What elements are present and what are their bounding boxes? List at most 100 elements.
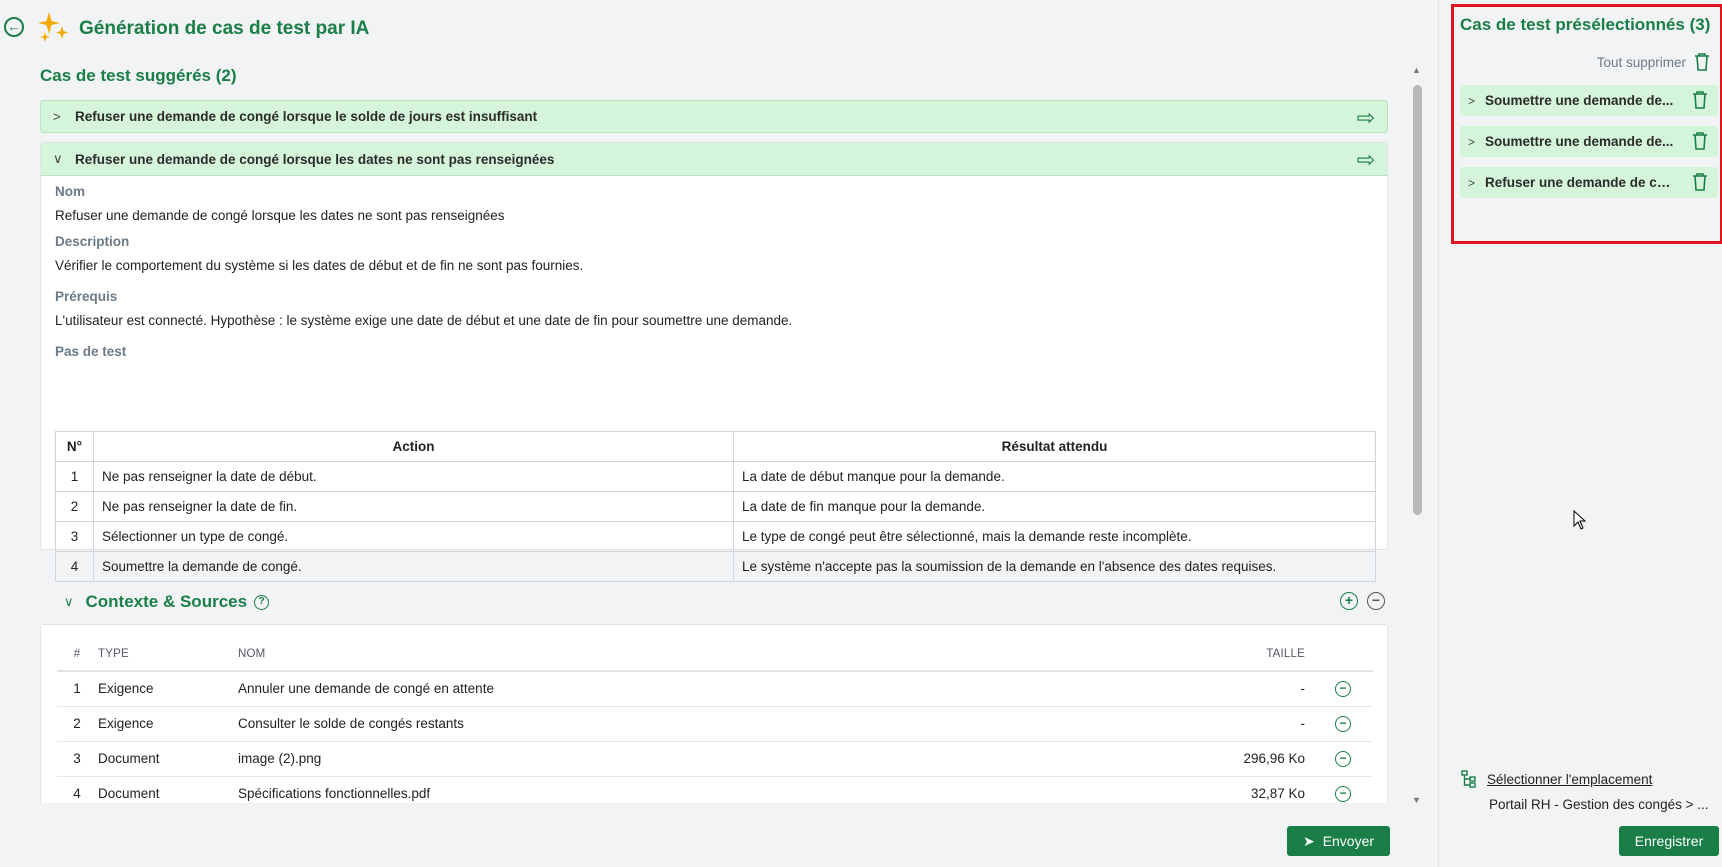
table-row: 2 Exigence Consulter le solde de congés …: [57, 706, 1373, 742]
trash-icon[interactable]: [1694, 53, 1710, 71]
save-button[interactable]: Enregistrer: [1619, 826, 1719, 856]
select-location-row[interactable]: Sélectionner l'emplacement: [1461, 770, 1652, 788]
send-button-label: Envoyer: [1322, 833, 1375, 849]
ctx-num: 2: [57, 706, 97, 742]
trash-icon[interactable]: [1692, 91, 1708, 109]
ctx-size: 32,87 Ko: [1217, 776, 1313, 803]
step-num: 1: [55, 461, 94, 492]
table-row: 4 Soumettre la demande de congé. Le syst…: [55, 551, 1376, 582]
chevron-down-icon: ∨: [64, 594, 74, 609]
steps-header-action: Action: [93, 431, 734, 462]
suggested-item-1[interactable]: > Refuser une demande de congé lorsque l…: [40, 100, 1388, 133]
name-value: Refuser une demande de congé lorsque les…: [55, 208, 505, 223]
preselected-item-label: Soumettre une demande de...: [1485, 93, 1674, 108]
remove-source-icon[interactable]: −: [1335, 786, 1351, 802]
preselected-item-label: Soumettre une demande de...: [1485, 134, 1674, 149]
add-source-icon[interactable]: +: [1340, 592, 1358, 610]
description-value: Vérifier le comportement du système si l…: [55, 258, 584, 273]
step-num: 4: [55, 551, 94, 582]
preselected-box: Cas de test présélectionnés (3) Tout sup…: [1451, 4, 1722, 244]
ctx-num: 4: [57, 776, 97, 803]
chevron-right-icon: >: [1468, 134, 1476, 149]
ctx-header-type: TYPE: [97, 637, 237, 672]
context-table: # TYPE NOM TAILLE 1 Exigence Annuler une…: [57, 637, 1373, 803]
ctx-name: Consulter le solde de congés restants: [237, 706, 1217, 742]
chevron-right-icon: >: [1468, 175, 1476, 190]
preselected-item-2[interactable]: > Soumettre une demande de...: [1460, 126, 1718, 157]
preselected-panel: Cas de test présélectionnés (3) Tout sup…: [1438, 0, 1722, 867]
remove-source-icon[interactable]: −: [1335, 681, 1351, 698]
send-button[interactable]: ➤ Envoyer: [1287, 826, 1390, 856]
remove-all-sources-icon[interactable]: −: [1367, 592, 1385, 610]
move-right-arrow-icon[interactable]: ⇨: [1357, 147, 1375, 173]
tree-structure-icon: [1461, 770, 1476, 788]
ctx-type: Exigence: [97, 706, 237, 742]
ctx-header-size: TAILLE: [1217, 637, 1313, 672]
scrollbar-thumb[interactable]: [1413, 85, 1422, 515]
table-row: 1 Exigence Annuler une demande de congé …: [57, 671, 1373, 707]
step-result: Le système n'accepte pas la soumission d…: [733, 551, 1376, 582]
ctx-header-name: NOM: [237, 637, 1217, 672]
clear-all-button[interactable]: Tout supprimer: [1597, 53, 1710, 71]
suggested-item-label: Refuser une demande de congé lorsque les…: [75, 151, 555, 167]
main-scrollbar[interactable]: ▲ ▼: [1410, 65, 1424, 805]
ctx-num: 3: [57, 741, 97, 777]
select-location-link[interactable]: Sélectionner l'emplacement: [1487, 772, 1652, 787]
step-result: La date de fin manque pour la demande.: [733, 491, 1376, 522]
ctx-size: -: [1217, 706, 1313, 742]
preselected-item-label: Refuser une demande de co...: [1485, 175, 1676, 190]
table-row: 3 Sélectionner un type de congé. Le type…: [55, 521, 1376, 552]
trash-icon[interactable]: [1692, 132, 1708, 150]
name-label: Nom: [55, 184, 85, 199]
steps-label: Pas de test: [55, 344, 127, 359]
preselected-item-3[interactable]: > Refuser une demande de co...: [1460, 167, 1718, 198]
back-arrow-icon[interactable]: ←: [4, 17, 24, 37]
scroll-down-icon[interactable]: ▼: [1412, 795, 1421, 805]
ctx-size: 296,96 Ko: [1217, 741, 1313, 777]
mouse-cursor-icon: [1573, 510, 1587, 530]
chevron-right-icon: >: [53, 109, 61, 124]
page-title: Génération de cas de test par IA: [79, 18, 370, 39]
sparkle-stars-icon: [38, 12, 68, 42]
table-row: 2 Ne pas renseigner la date de fin. La d…: [55, 491, 1376, 522]
description-label: Description: [55, 234, 130, 249]
preselected-item-1[interactable]: > Soumettre une demande de...: [1460, 85, 1718, 116]
table-row: 1 Ne pas renseigner la date de début. La…: [55, 461, 1376, 492]
ctx-name: Annuler une demande de congé en attente: [237, 671, 1217, 707]
ctx-name: image (2).png: [237, 741, 1217, 777]
scroll-up-icon[interactable]: ▲: [1412, 65, 1421, 75]
remove-source-icon[interactable]: −: [1335, 751, 1351, 767]
prereq-label: Prérequis: [55, 289, 118, 304]
ctx-header-num: #: [57, 637, 97, 672]
remove-source-icon[interactable]: −: [1335, 716, 1351, 732]
help-icon[interactable]: ?: [254, 594, 270, 610]
chevron-right-icon: >: [1468, 93, 1476, 108]
context-header[interactable]: ∨ Contexte & Sources ?: [64, 592, 270, 612]
steps-table: N° Action Résultat attendu 1 Ne pas rens…: [55, 431, 1376, 582]
steps-header-num: N°: [55, 431, 94, 462]
step-num: 3: [55, 521, 94, 552]
table-row: 3 Document image (2).png 296,96 Ko −: [57, 741, 1373, 777]
prereq-value: L'utilisateur est connecté. Hypothèse : …: [55, 313, 793, 328]
suggested-item-label: Refuser une demande de congé lorsque le …: [75, 109, 538, 124]
preselected-title: Cas de test présélectionnés (3): [1460, 15, 1711, 34]
step-result: Le type de congé peut être sélectionné, …: [733, 521, 1376, 552]
suggested-item-2-panel: ∨ Refuser une demande de congé lorsque l…: [40, 142, 1388, 582]
step-action: Ne pas renseigner la date de début.: [93, 461, 734, 492]
ctx-num: 1: [57, 671, 97, 707]
location-path: Portail RH - Gestion des congés > ...: [1489, 797, 1709, 812]
step-result: La date de début manque pour la demande.: [733, 461, 1376, 492]
main-panel: > Refuser une demande de congé lorsque l…: [40, 98, 1390, 803]
suggested-item-2[interactable]: ∨ Refuser une demande de congé lorsque l…: [41, 143, 1387, 176]
ctx-type: Document: [97, 776, 237, 803]
ctx-name: Spécifications fonctionnelles.pdf: [237, 776, 1217, 803]
context-table-box: # TYPE NOM TAILLE 1 Exigence Annuler une…: [40, 624, 1388, 803]
trash-icon[interactable]: [1692, 173, 1708, 191]
chevron-down-icon: ∨: [53, 151, 63, 166]
move-right-arrow-icon[interactable]: ⇨: [1357, 105, 1375, 131]
step-action: Sélectionner un type de congé.: [93, 521, 734, 552]
send-icon: ➤: [1302, 832, 1315, 849]
ctx-header-actions: [1313, 637, 1373, 672]
step-num: 2: [55, 491, 94, 522]
ctx-size: -: [1217, 671, 1313, 707]
